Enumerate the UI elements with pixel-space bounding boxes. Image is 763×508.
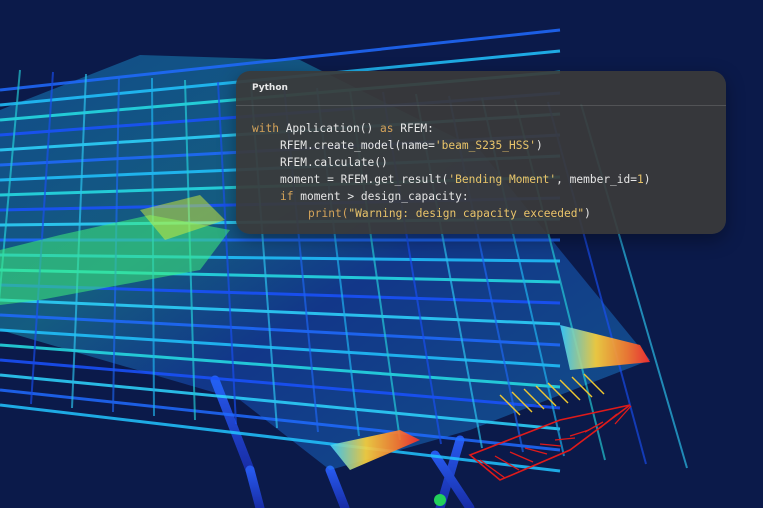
- code-token: with: [252, 122, 279, 135]
- code-token: moment = RFEM.get_result(: [280, 173, 449, 186]
- code-token: RFEM.calculate(): [280, 156, 388, 169]
- code-token: ): [535, 139, 543, 152]
- code-token: 1: [637, 173, 644, 186]
- code-token: 'Bending Moment': [448, 173, 557, 186]
- code-panel-header: Python: [236, 71, 726, 106]
- support-node: [434, 494, 446, 506]
- code-token: as: [380, 122, 394, 135]
- code-token: ): [643, 173, 651, 186]
- code-line: print("Warning: design capacity exceeded…: [252, 205, 726, 222]
- code-token: "Warning: design capacity exceeded": [348, 207, 585, 220]
- code-token: ): [584, 207, 591, 220]
- code-line: RFEM.create_model(name='beam_S235_HSS'): [252, 137, 726, 154]
- code-token: , member_id=: [556, 173, 637, 186]
- code-token: moment > design_capacity:: [293, 190, 469, 203]
- code-line: RFEM.calculate(): [252, 154, 726, 171]
- code-line: with Application() as RFEM:: [252, 120, 726, 137]
- code-snippet-panel: Python with Application() as RFEM: RFEM.c…: [236, 71, 726, 234]
- code-line: moment = RFEM.get_result('Bending Moment…: [252, 171, 726, 188]
- code-line: if moment > design_capacity:: [252, 188, 726, 205]
- code-token: RFEM.create_model(name=: [280, 139, 435, 152]
- code-token: RFEM:: [393, 122, 434, 135]
- code-token: 'beam_S235_HSS': [434, 139, 536, 152]
- code-token: print(: [308, 207, 349, 220]
- code-token: if: [280, 190, 294, 203]
- code-body: with Application() as RFEM: RFEM.create_m…: [236, 106, 726, 222]
- language-label: Python: [252, 83, 288, 93]
- code-token: Application(): [278, 122, 380, 135]
